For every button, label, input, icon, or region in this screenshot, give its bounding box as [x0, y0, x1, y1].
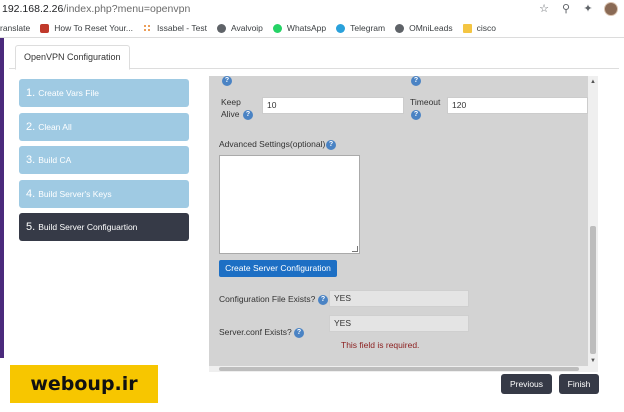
timeout-help-icon[interactable]: ?	[411, 110, 421, 120]
step-number: 1.	[26, 87, 36, 99]
bookmark-label: Issabel - Test	[157, 23, 207, 33]
bookmark-label: OMniLeads	[409, 23, 453, 33]
scroll-down-icon[interactable]: ▼	[590, 358, 596, 364]
bookmark-cisco[interactable]: cisco	[462, 23, 496, 33]
step-label: Clean All	[38, 122, 72, 132]
step-build-server-configuration[interactable]: 5. Build Server Configuartion	[19, 213, 189, 241]
extension-icon[interactable]: ⚲	[560, 3, 572, 15]
bookmark-avalvoip[interactable]: Avalvoip	[216, 23, 263, 33]
keep-alive-label: Keep	[221, 97, 241, 107]
help-icon[interactable]: ?	[222, 76, 232, 86]
star-icon[interactable]: ☆	[538, 3, 550, 15]
step-build-server-keys[interactable]: 4. Build Server's Keys	[19, 180, 189, 208]
help-icon[interactable]: ?	[411, 76, 421, 86]
scroll-thumb[interactable]	[590, 226, 596, 354]
globe-icon	[395, 23, 405, 33]
resize-grip-icon[interactable]	[352, 246, 358, 252]
config-file-exists-help-icon[interactable]: ?	[318, 295, 328, 305]
scroll-thumb[interactable]	[219, 367, 579, 371]
step-label: Build Server's Keys	[38, 189, 112, 199]
bookmark-label: WhatsApp	[286, 23, 327, 33]
bookmark-label: Avalvoip	[230, 23, 263, 33]
bookmark-whatsapp[interactable]: WhatsApp	[272, 23, 327, 33]
globe-icon	[216, 23, 226, 33]
timeout-label: Timeout	[410, 97, 441, 107]
scroll-up-icon[interactable]: ▲	[590, 79, 596, 85]
bookmark-label: How To Reset Your...	[54, 23, 134, 33]
url-host: 192.168.2.26	[2, 3, 64, 15]
keep-alive-label-line2: Alive	[221, 109, 240, 119]
watermark-logo: weboup.ir	[10, 365, 158, 403]
step-number: 3.	[26, 154, 36, 166]
keep-alive-input[interactable]: 10	[262, 97, 404, 114]
bookmark-reset[interactable]: How To Reset Your...	[40, 23, 133, 33]
timeout-input[interactable]: 120	[447, 97, 588, 114]
step-clean-all[interactable]: 2. Clean All	[19, 113, 189, 141]
telegram-icon	[336, 23, 346, 33]
address-bar[interactable]: 192.168.2.26/index.php?menu=openvpn ☆ ⚲ …	[0, 0, 624, 19]
issabel-icon	[143, 23, 153, 33]
config-file-exists-label: Configuration File Exists?	[219, 294, 316, 304]
tab-openvpn-configuration[interactable]: OpenVPN Configuration	[15, 45, 130, 70]
bookmark-issabel[interactable]: Issabel - Test	[143, 23, 207, 33]
advanced-settings-label: Advanced Settings(optional)	[219, 139, 326, 149]
finish-button[interactable]: Finish	[559, 374, 599, 394]
bookmark-omnileads[interactable]: OMniLeads	[395, 23, 453, 33]
config-file-exists-field: YES	[329, 290, 469, 307]
step-label: Build CA	[38, 155, 72, 165]
advanced-settings-textarea[interactable]	[219, 155, 360, 254]
bookmark-label: cisco	[476, 23, 496, 33]
vertical-scrollbar[interactable]: ▲ ▼	[588, 76, 598, 366]
left-accent-bar	[0, 38, 4, 358]
step-label: Create Vars File	[38, 88, 99, 98]
bookmark-label: Telegram	[350, 23, 386, 33]
step-number: 4.	[26, 188, 36, 200]
step-create-vars-file[interactable]: 1. Create Vars File	[19, 79, 189, 107]
puzzle-icon[interactable]: ✦	[582, 3, 594, 15]
step-build-ca[interactable]: 3. Build CA	[19, 146, 189, 174]
step-number: 5.	[26, 221, 36, 233]
bookmark-telegram[interactable]: Telegram	[336, 23, 385, 33]
bookmarks-bar: ranslate How To Reset Your... Issabel - …	[0, 19, 624, 38]
previous-button[interactable]: Previous	[501, 374, 552, 394]
bookmark-translate[interactable]: ranslate	[0, 23, 30, 33]
tab-bar: OpenVPN Configuration	[9, 42, 619, 70]
server-conf-exists-help-icon[interactable]: ?	[294, 328, 304, 338]
profile-avatar[interactable]	[604, 2, 618, 16]
whatsapp-icon	[272, 23, 282, 33]
step-number: 2.	[26, 121, 36, 133]
url-text[interactable]: 192.168.2.26/index.php?menu=openvpn	[2, 3, 190, 15]
step-label: Build Server Configuartion	[38, 222, 138, 232]
server-conf-exists-label: Server.conf Exists?	[219, 327, 292, 337]
validation-error: This field is required.	[341, 340, 420, 350]
bookmark-label: ranslate	[0, 23, 31, 33]
folder-icon	[462, 23, 472, 33]
advanced-settings-help-icon[interactable]: ?	[326, 140, 336, 150]
url-path: /index.php?menu=openvpn	[63, 3, 191, 15]
server-conf-exists-field: YES	[329, 315, 469, 332]
keep-alive-help-icon[interactable]: ?	[243, 110, 253, 120]
microsoft-icon	[40, 23, 50, 33]
create-server-configuration-button[interactable]: Create Server Configuration	[219, 260, 337, 277]
horizontal-scrollbar[interactable]	[209, 366, 598, 372]
